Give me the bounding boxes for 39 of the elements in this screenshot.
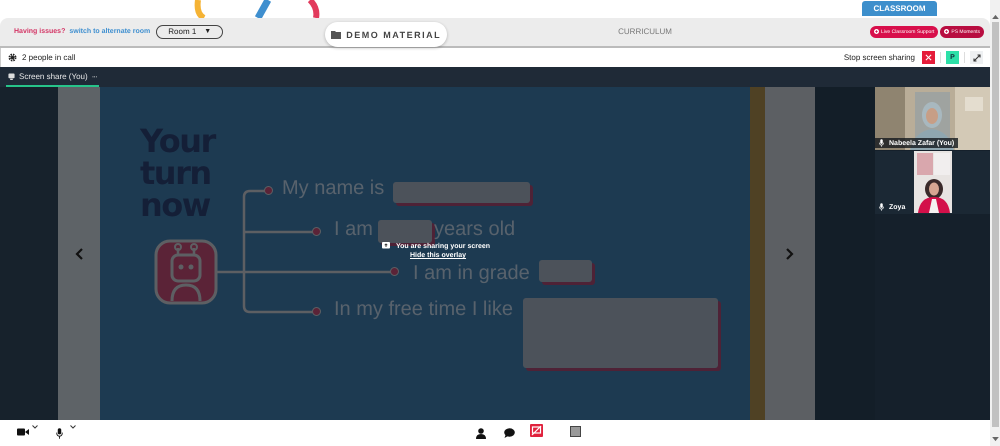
scroll-up-icon[interactable] bbox=[992, 14, 998, 19]
curriculum-tab[interactable]: CURRICULUM bbox=[618, 27, 870, 36]
robot-icon bbox=[154, 239, 218, 305]
folder-icon bbox=[331, 30, 342, 38]
demo-material-button[interactable]: DEMO MATERIAL bbox=[325, 22, 448, 47]
plus-icon bbox=[874, 29, 880, 34]
answer-box bbox=[539, 260, 592, 282]
expand-button[interactable] bbox=[970, 51, 983, 64]
camera-icon[interactable] bbox=[17, 428, 29, 436]
expand-icon bbox=[972, 54, 980, 62]
bullet-dot bbox=[264, 186, 273, 195]
bullet-dot bbox=[312, 307, 321, 316]
microphone-icon[interactable] bbox=[56, 428, 63, 439]
bullet-dot bbox=[312, 227, 321, 236]
microphone-icon bbox=[879, 203, 884, 211]
close-icon bbox=[925, 54, 932, 61]
prompt-text: My name is bbox=[282, 178, 384, 198]
plus-icon bbox=[944, 29, 950, 34]
bullet-dot bbox=[390, 267, 399, 276]
person-icon[interactable] bbox=[476, 428, 486, 439]
caret-icon[interactable] bbox=[70, 425, 76, 429]
settings-icon[interactable] bbox=[8, 53, 17, 62]
monitor-icon bbox=[8, 72, 15, 80]
stop-sharing-icon[interactable] bbox=[530, 424, 543, 437]
caret-icon[interactable] bbox=[32, 425, 38, 429]
prompt-text: I am bbox=[334, 219, 373, 239]
chat-icon[interactable] bbox=[504, 428, 515, 438]
people-count: 2 people in call bbox=[22, 53, 76, 62]
scrollbar-thumb[interactable] bbox=[992, 22, 998, 427]
stop-sharing-label: Stop screen sharing bbox=[844, 53, 915, 62]
prompt-text: years old bbox=[434, 219, 516, 239]
answer-box bbox=[378, 220, 432, 243]
prompt-text: In my free time I like bbox=[334, 299, 513, 319]
prompt-text: I am in grade bbox=[413, 263, 530, 283]
classroom-tab[interactable]: CLASSROOM bbox=[862, 0, 938, 16]
background-icon[interactable] bbox=[570, 426, 581, 437]
close-button[interactable] bbox=[922, 51, 935, 64]
share-screen-icon bbox=[382, 242, 390, 250]
scroll-down-icon[interactable] bbox=[992, 437, 998, 442]
